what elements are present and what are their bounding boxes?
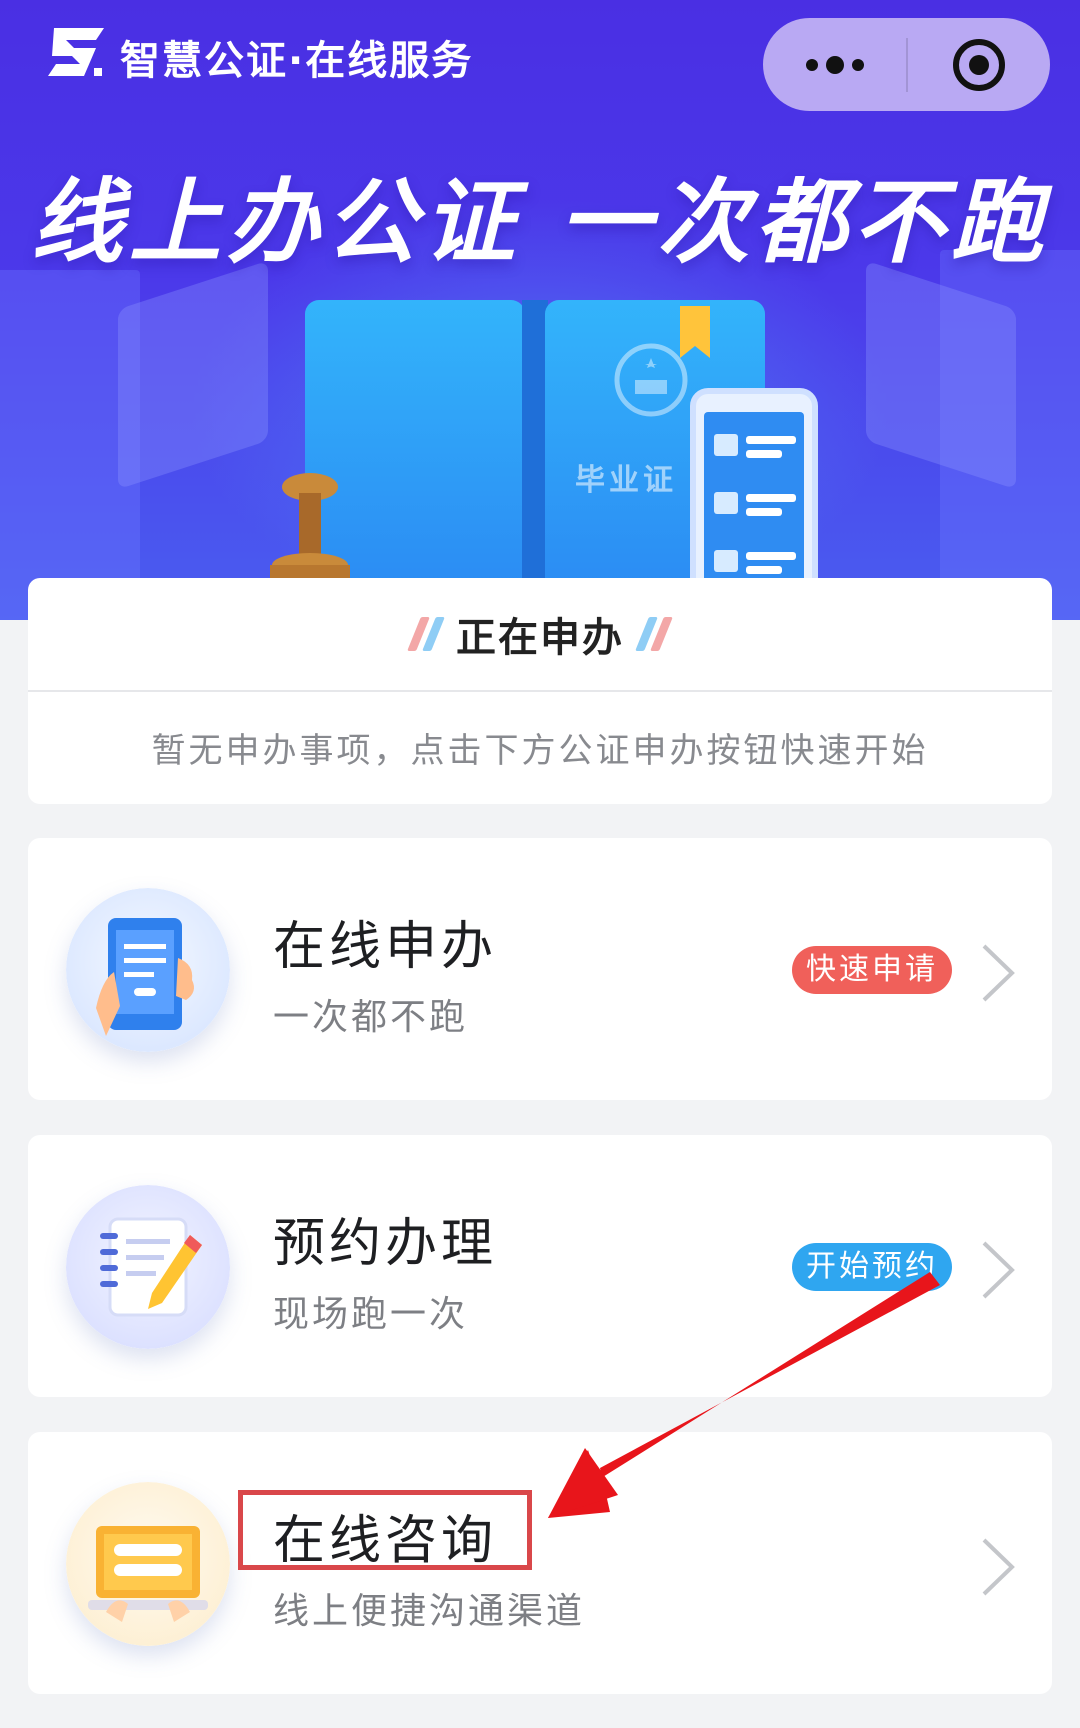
banner-slogan: 线上办公证 一次都不跑 xyxy=(30,169,1050,276)
certificate-label: 毕业证 xyxy=(575,463,677,498)
title-deco-right-icon xyxy=(635,617,673,651)
service-subtitle: 线上便捷沟通渠道 xyxy=(273,1591,586,1632)
service-card-appointment[interactable]: 预约办理 现场跑一次 开始预约 xyxy=(28,1135,1052,1397)
quick-apply-badge[interactable]: 快速申请 xyxy=(792,946,952,994)
chevron-right-icon xyxy=(982,1241,1015,1299)
app-logo-icon xyxy=(48,28,104,76)
laptop-chat-icon xyxy=(66,1482,230,1646)
service-card-online-consult[interactable]: 在线咨询 线上便捷沟通渠道 xyxy=(28,1432,1052,1694)
national-emblem-icon xyxy=(614,343,688,417)
start-appointment-badge[interactable]: 开始预约 xyxy=(792,1243,952,1291)
close-button[interactable] xyxy=(908,18,1050,111)
service-subtitle: 现场跑一次 xyxy=(273,1294,469,1335)
hero-banner: 智慧公证·在线服务 线上办公证 一次都不跑 毕业证 xyxy=(0,0,1080,620)
title-deco-left-icon xyxy=(407,617,445,651)
phone-screen xyxy=(704,412,804,602)
in-progress-card: 正在申办 暂无申办事项，点击下方公证申办按钮快速开始 xyxy=(28,578,1052,804)
mini-program-capsule xyxy=(763,18,1050,111)
in-progress-header: 正在申办 xyxy=(28,578,1052,692)
bookmark-icon xyxy=(680,306,710,358)
empty-state-message: 暂无申办事项，点击下方公证申办按钮快速开始 xyxy=(151,730,929,771)
highlight-box-online-consult xyxy=(238,1490,532,1570)
chevron-right-icon xyxy=(982,944,1015,1002)
notepad-pencil-icon xyxy=(66,1185,230,1349)
chevron-right-icon xyxy=(982,1538,1015,1596)
target-circle-icon xyxy=(953,38,1005,91)
more-dots-icon xyxy=(805,55,864,74)
app-title: 智慧公证·在线服务 xyxy=(120,38,474,84)
service-subtitle: 一次都不跑 xyxy=(273,997,469,1038)
service-card-online-apply[interactable]: 在线申办 一次都不跑 快速申请 xyxy=(28,838,1052,1100)
more-button[interactable] xyxy=(763,18,906,111)
service-title: 在线申办 xyxy=(273,917,498,977)
phone-hand-icon xyxy=(66,888,230,1052)
service-title: 预约办理 xyxy=(273,1214,498,1274)
in-progress-title: 正在申办 xyxy=(456,615,624,661)
